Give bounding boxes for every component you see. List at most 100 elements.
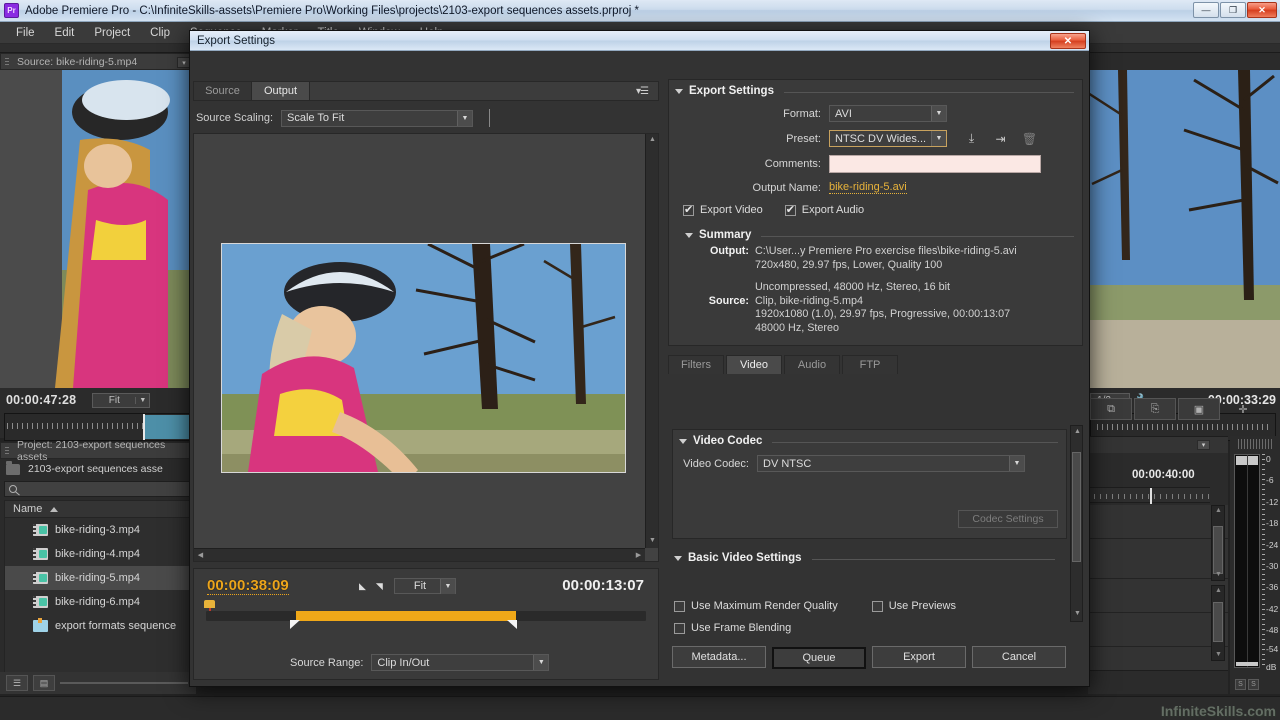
preset-select[interactable]: NTSC DV Wides... ▼ (829, 130, 947, 147)
use-max-render-quality-row[interactable]: Use Maximum Render Quality (672, 600, 838, 612)
format-select[interactable]: AVI ▼ (829, 105, 947, 122)
timeline-track-a1[interactable] (1088, 579, 1228, 613)
list-view-icon[interactable]: ☰ (6, 675, 28, 691)
scroll-down-icon[interactable]: ▼ (1214, 651, 1223, 659)
in-point-handle[interactable] (290, 620, 300, 629)
source-monitor-tab[interactable]: Source: bike-riding-5.mp4 ▾ (0, 53, 196, 70)
tab-output[interactable]: Output (252, 82, 310, 100)
export-audio-checkbox-row[interactable]: Export Audio (784, 203, 864, 216)
delete-preset-icon[interactable]: 🗑 (1021, 130, 1038, 147)
source-monitor-timebar[interactable] (4, 413, 192, 441)
codec-settings-button[interactable]: Codec Settings (958, 510, 1058, 528)
export-video-checkbox-row[interactable]: Export Video (669, 203, 763, 216)
restore-button[interactable]: ❐ (1220, 2, 1246, 18)
tab-ftp[interactable]: FTP (842, 355, 898, 374)
tab-video[interactable]: Video (726, 355, 782, 374)
cancel-button[interactable]: Cancel (972, 646, 1066, 668)
list-item-selected[interactable]: bike-riding-5.mp4 (5, 566, 191, 590)
video-codec-group-header[interactable]: Video Codec (673, 430, 1066, 447)
scroll-up-icon[interactable]: ▲ (1214, 587, 1223, 595)
list-item[interactable]: export formats sequence (5, 614, 191, 638)
menu-item-edit[interactable]: Edit (45, 27, 85, 39)
set-out-point-icon[interactable]: ◥ (376, 581, 383, 592)
use-previews-checkbox[interactable] (871, 600, 883, 612)
project-column-header[interactable]: Name (4, 500, 192, 518)
panel-menu-icon[interactable]: ▾ (1197, 440, 1210, 450)
list-item[interactable]: bike-riding-3.mp4 (5, 518, 191, 542)
timeline-vertical-scrollbar-video[interactable]: ▲ ▼ (1211, 505, 1225, 581)
disclosure-triangle-icon[interactable] (674, 555, 682, 561)
preview-canvas[interactable]: ▲ ▼ ◀ ▶ (193, 133, 659, 562)
tab-filters[interactable]: Filters (668, 355, 724, 374)
dialog-close-button[interactable]: ✕ (1050, 33, 1086, 49)
scroll-up-icon[interactable]: ▲ (1073, 428, 1082, 437)
video-codec-select[interactable]: DV NTSC ▼ (757, 455, 1025, 472)
scroll-down-icon[interactable]: ▼ (1214, 571, 1223, 579)
set-in-point-icon[interactable]: ◣ (359, 581, 366, 592)
source-zoom-select[interactable]: Fit ▼ (92, 392, 151, 408)
add-button-icon[interactable]: ✛ (1222, 398, 1264, 420)
save-preset-icon[interactable]: ⤓ (963, 130, 980, 147)
project-panel-tab[interactable]: Project: 2103-export sequences assets (0, 439, 196, 463)
list-item[interactable]: bike-riding-4.mp4 (5, 542, 191, 566)
scrollbar-thumb[interactable] (1072, 452, 1081, 562)
icon-view-icon[interactable]: ▤ (33, 675, 55, 691)
preview-horizontal-scrollbar[interactable]: ◀ ▶ (194, 548, 645, 561)
export-settings-group-header[interactable]: Export Settings (669, 80, 1082, 97)
preview-current-timecode[interactable]: 00:00:38:09 (207, 577, 289, 595)
disclosure-triangle-icon[interactable] (685, 232, 693, 238)
camera-icon[interactable]: ▣ (1178, 398, 1220, 420)
timeline-timecode[interactable]: 00:00:40:00 (1132, 469, 1195, 481)
queue-button[interactable]: Queue (772, 647, 866, 669)
basic-video-settings-header[interactable]: Basic Video Settings (672, 547, 1063, 564)
solo-button-1[interactable]: S (1235, 679, 1246, 690)
source-monitor-video[interactable] (0, 70, 196, 388)
tab-source[interactable]: Source (194, 82, 252, 100)
output-name-link[interactable]: bike-riding-5.avi (829, 181, 907, 194)
timeline-panel-tab[interactable]: ▾ (1088, 437, 1228, 453)
menu-item-project[interactable]: Project (84, 27, 140, 39)
timeline-tracks[interactable]: ▲ ▼ ▲ ▼ (1088, 505, 1228, 675)
timeline-vertical-scrollbar-audio[interactable]: ▲ ▼ (1211, 585, 1225, 661)
timeline-track-v2[interactable] (1088, 505, 1228, 539)
solo-button-2[interactable]: S (1248, 679, 1259, 690)
playhead-icon[interactable] (143, 414, 145, 440)
scroll-up-icon[interactable]: ▲ (1214, 507, 1223, 515)
source-range-select[interactable]: Clip In/Out ▼ (371, 654, 550, 671)
project-search-input[interactable] (4, 481, 192, 497)
use-max-render-quality-checkbox[interactable] (674, 600, 685, 612)
timeline-track-v1[interactable] (1088, 539, 1228, 579)
scroll-down-icon[interactable]: ▼ (648, 537, 657, 546)
list-item[interactable]: bike-riding-6.mp4 (5, 590, 191, 614)
source-scaling-select[interactable]: Scale To Fit ▼ (281, 109, 473, 127)
scrollbar-thumb[interactable] (1213, 526, 1223, 574)
comments-input[interactable] (829, 155, 1041, 173)
preview-vertical-scrollbar[interactable]: ▲ ▼ (645, 134, 658, 548)
use-frame-blending-checkbox[interactable] (674, 622, 685, 634)
use-previews-row[interactable]: Use Previews (871, 600, 956, 612)
timeline-ruler[interactable] (1088, 487, 1210, 504)
playhead-icon[interactable] (1150, 488, 1152, 504)
preview-scrub-bar[interactable] (206, 611, 646, 629)
scroll-up-icon[interactable]: ▲ (648, 136, 657, 145)
lift-extract-icon[interactable]: ⎘ (1134, 398, 1176, 420)
minimize-button[interactable]: — (1193, 2, 1219, 18)
out-point-handle[interactable] (507, 620, 517, 629)
summary-group-header[interactable]: Summary (669, 224, 1082, 241)
export-frame-icon[interactable]: ⧉ (1090, 398, 1132, 420)
import-preset-icon[interactable]: ⇥ (992, 130, 1009, 147)
scroll-left-icon[interactable]: ◀ (196, 551, 205, 560)
timeline-track-a2[interactable] (1088, 613, 1228, 647)
tab-audio[interactable]: Audio (784, 355, 840, 374)
close-button[interactable]: ✕ (1247, 2, 1277, 18)
program-monitor-video[interactable] (1088, 70, 1280, 388)
source-monitor-timecode[interactable]: 00:00:47:28 (0, 393, 76, 407)
export-button[interactable]: Export (872, 646, 966, 668)
metadata-button[interactable]: Metadata... (672, 646, 766, 668)
disclosure-triangle-icon[interactable] (675, 88, 683, 94)
preview-panel-menu-icon[interactable]: ▾☰ (636, 86, 649, 97)
scrollbar-thumb[interactable] (1213, 602, 1223, 642)
menu-item-file[interactable]: File (6, 27, 45, 39)
preview-zoom-select[interactable]: Fit ▼ (394, 578, 456, 594)
zoom-slider[interactable] (60, 682, 188, 684)
